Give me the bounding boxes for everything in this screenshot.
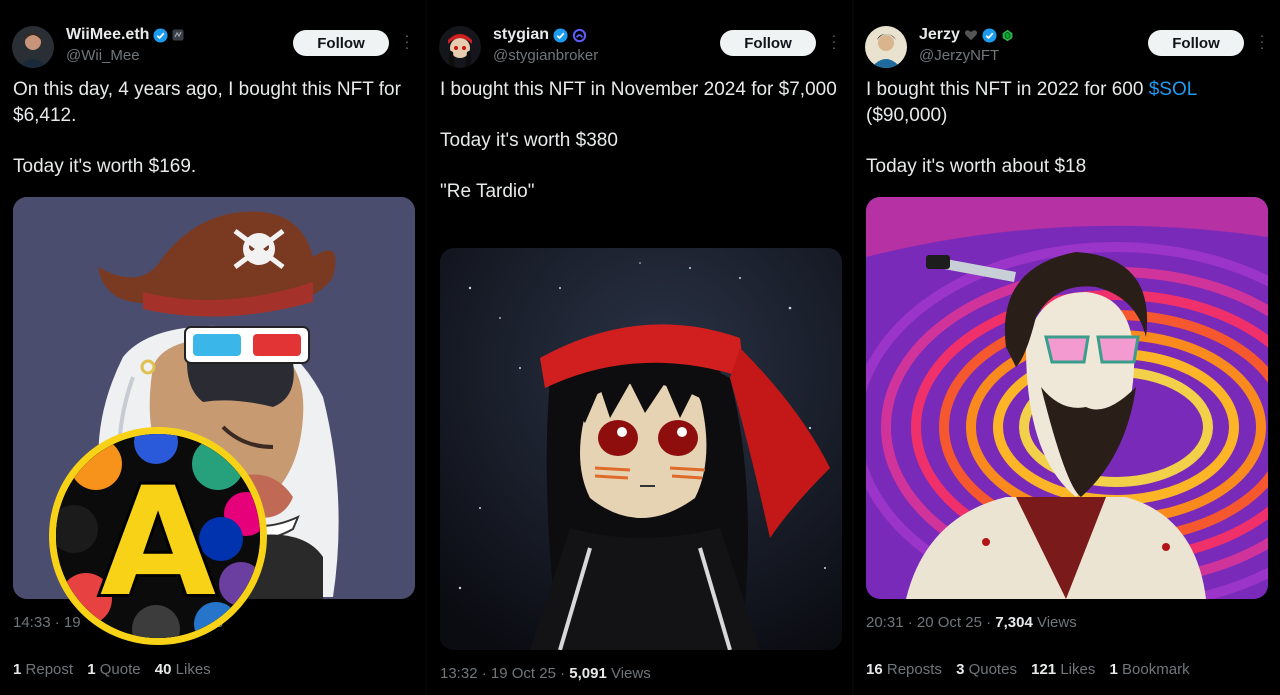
display-name-row[interactable]: Jerzy <box>919 26 1014 44</box>
tweet-2: stygian @stygianbroker Follow · · · I boug… <box>427 0 852 695</box>
crypto-logo-overlay: A <box>49 427 267 645</box>
engagement-stats: 1 Repost 1 Quote 40 Likes <box>13 661 211 678</box>
heart-icon <box>964 30 977 41</box>
tweet-text: I bought this NFT in 2022 for 600 $SOL (… <box>866 79 1198 177</box>
follow-button[interactable]: Follow <box>720 30 816 56</box>
verified-badge-icon <box>553 27 568 43</box>
repost-count[interactable]: 16 Reposts <box>866 661 942 678</box>
psychedelic-bearded-man-nft-art <box>866 197 1268 599</box>
like-count[interactable]: 121 Likes <box>1031 661 1095 678</box>
nft-image[interactable] <box>440 248 842 650</box>
quote-count[interactable]: 1 Quote <box>87 661 140 678</box>
avatar[interactable] <box>12 26 54 68</box>
follow-button[interactable]: Follow <box>293 30 389 56</box>
tweet-header: Jerzy @JerzyNFT Follow · · · <box>865 24 1270 68</box>
engagement-stats: 16 Reposts 3 Quotes 121 Likes 1 Bookmark <box>866 661 1190 678</box>
affiliate-badge-icon <box>1002 29 1013 41</box>
like-count[interactable]: 40 Likes <box>155 661 211 678</box>
more-options-icon[interactable]: · · · <box>403 28 411 54</box>
display-name-row[interactable]: WiiMee.eth <box>66 26 184 44</box>
logo-letter: A <box>100 456 216 630</box>
display-name-row[interactable]: stygian <box>493 26 587 44</box>
nft-image[interactable] <box>866 197 1268 599</box>
display-name[interactable]: Jerzy <box>919 26 960 44</box>
display-name[interactable]: WiiMee.eth <box>66 26 149 44</box>
avatar[interactable] <box>865 26 907 68</box>
tweet-header: stygian @stygianbroker Follow · · · <box>439 24 842 68</box>
tweet-text: On this day, 4 years ago, I bought this … <box>13 79 401 177</box>
display-name[interactable]: stygian <box>493 26 549 44</box>
more-options-icon[interactable]: · · · <box>1258 28 1266 54</box>
follow-button[interactable]: Follow <box>1148 30 1244 56</box>
tweet-timestamp[interactable]: 13:32 · 19 Oct 25 · 5,091 Views <box>440 665 651 682</box>
more-options-icon[interactable]: · · · <box>830 28 838 54</box>
verified-badge-icon <box>982 27 997 43</box>
bookmark-count[interactable]: 1 Bookmark <box>1110 661 1190 678</box>
tweet-3: Jerzy @JerzyNFT Follow · · · I bought this… <box>853 0 1280 695</box>
verified-badge-icon <box>153 27 168 43</box>
avatar[interactable] <box>439 26 481 68</box>
quote-count[interactable]: 3 Quotes <box>956 661 1017 678</box>
affiliate-badge-icon <box>572 28 587 42</box>
tweet-header: WiiMee.eth @Wii_Mee Follow · · · <box>12 24 415 68</box>
affiliate-badge-icon <box>172 29 184 41</box>
tweet-text: I bought this NFT in November 2024 for $… <box>440 79 837 202</box>
user-handle[interactable]: @JerzyNFT <box>919 47 999 64</box>
repost-count[interactable]: 1 Repost <box>13 661 73 678</box>
user-handle[interactable]: @stygianbroker <box>493 47 598 64</box>
red-bandana-girl-nft-art <box>440 248 842 650</box>
cashtag-link[interactable]: $SOL <box>1149 79 1198 100</box>
tweet-timestamp[interactable]: 20:31 · 20 Oct 25 · 7,304 Views <box>866 614 1077 631</box>
user-handle[interactable]: @Wii_Mee <box>66 47 140 64</box>
